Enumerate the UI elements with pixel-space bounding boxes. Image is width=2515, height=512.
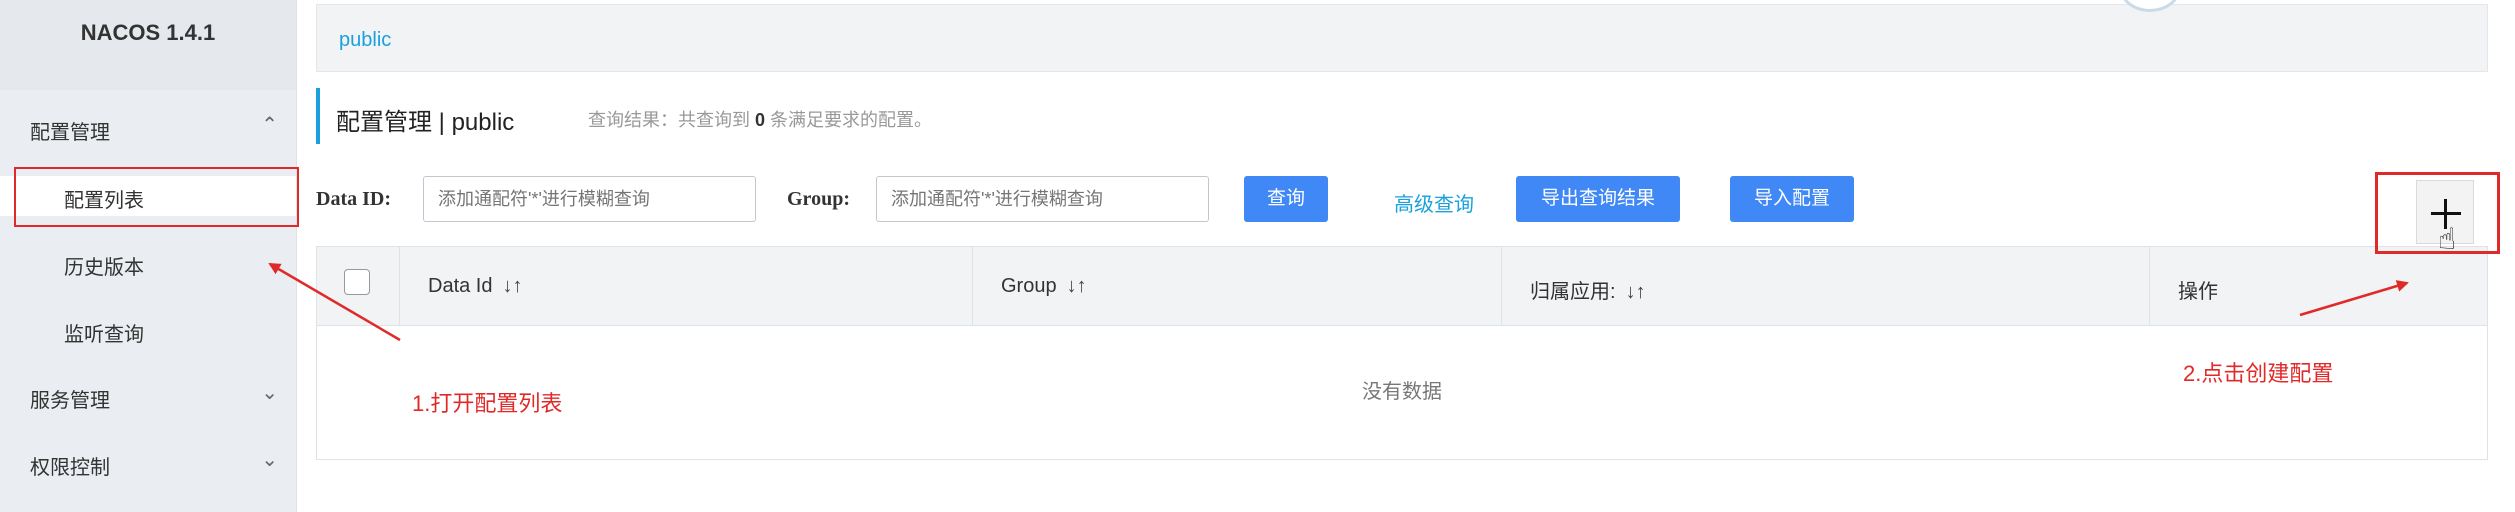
namespace-link-public[interactable]: public	[339, 29, 391, 52]
empty-state-text: 没有数据	[1362, 381, 1442, 403]
query-button[interactable]: 查询	[1244, 176, 1328, 222]
sort-icon[interactable]: ↓↑	[1067, 275, 1087, 297]
column-label: Group	[1001, 275, 1057, 297]
group-label: Group:	[787, 188, 850, 210]
table-header: Data Id ↓↑ Group ↓↑ 归属应用: ↓↑ 操作	[317, 247, 2487, 326]
annotation-step-2: 2.点击创建配置	[2183, 361, 2334, 386]
chevron-down-icon: ⌄	[261, 449, 278, 471]
result-count: 0	[755, 110, 766, 130]
column-header-group[interactable]: Group ↓↑	[973, 247, 1502, 325]
page-title: 配置管理 | public	[336, 109, 515, 136]
result-suffix: 条满足要求的配置。	[765, 110, 933, 130]
sort-icon[interactable]: ↓↑	[1626, 281, 1646, 303]
main-content: public 配置管理 | public 查询结果：共查询到 0 条满足要求的配…	[296, 0, 2515, 512]
column-label: Data Id	[428, 275, 493, 297]
sidebar-group-label: 权限控制	[30, 457, 110, 479]
annotation-highlight-box	[14, 167, 299, 227]
annotation-step-1: 1.打开配置列表	[412, 391, 563, 416]
namespace-bar: public	[316, 4, 2488, 72]
column-label: 归属应用:	[1530, 281, 1616, 303]
import-config-button[interactable]: 导入配置	[1730, 176, 1854, 222]
select-all-cell	[317, 247, 400, 325]
sidebar-group-label: 服务管理	[30, 390, 110, 412]
hand-cursor-icon: ☝	[2438, 223, 2457, 256]
sidebar-item-listener-query[interactable]: 监听查询	[0, 310, 296, 350]
sidebar-group-service[interactable]: 服务管理 ⌄	[0, 376, 296, 416]
column-label: 操作	[2178, 281, 2218, 303]
group-input[interactable]	[876, 176, 1209, 222]
result-prefix: 查询结果：共查询到	[588, 110, 756, 130]
sidebar-item-label: 历史版本	[64, 257, 144, 279]
advanced-query-link[interactable]: 高级查询	[1394, 188, 1474, 217]
column-header-app[interactable]: 归属应用: ↓↑	[1502, 247, 2150, 325]
sidebar-item-history[interactable]: 历史版本	[0, 243, 296, 283]
column-header-data-id[interactable]: Data Id ↓↑	[400, 247, 973, 325]
config-table: Data Id ↓↑ Group ↓↑ 归属应用: ↓↑ 操作 没有数据	[316, 246, 2488, 460]
column-header-actions: 操作	[2150, 247, 2487, 325]
select-all-checkbox[interactable]	[344, 269, 370, 295]
app-logo: NACOS 1.4.1	[0, 0, 296, 90]
query-result-text: 查询结果：共查询到 0 条满足要求的配置。	[588, 106, 932, 132]
data-id-input[interactable]	[423, 176, 756, 222]
sidebar-group-config[interactable]: 配置管理 ⌃	[0, 108, 296, 148]
sidebar-group-label: 配置管理	[30, 122, 110, 144]
sort-icon[interactable]: ↓↑	[502, 275, 522, 297]
sidebar: NACOS 1.4.1 配置管理 ⌃ 配置列表 历史版本 监听查询 服务管理 ⌄…	[0, 0, 297, 512]
sidebar-group-permission[interactable]: 权限控制 ⌄	[0, 443, 296, 483]
sidebar-item-label: 监听查询	[64, 324, 144, 346]
chevron-up-icon: ⌃	[261, 114, 278, 136]
chevron-down-icon: ⌄	[261, 382, 278, 404]
data-id-label: Data ID:	[316, 188, 391, 210]
search-bar: Data ID: Group: 查询 高级查询 导出查询结果 导入配置	[316, 176, 2416, 224]
page-header: 配置管理 | public 查询结果：共查询到 0 条满足要求的配置。	[316, 88, 932, 144]
export-results-button[interactable]: 导出查询结果	[1516, 176, 1680, 222]
